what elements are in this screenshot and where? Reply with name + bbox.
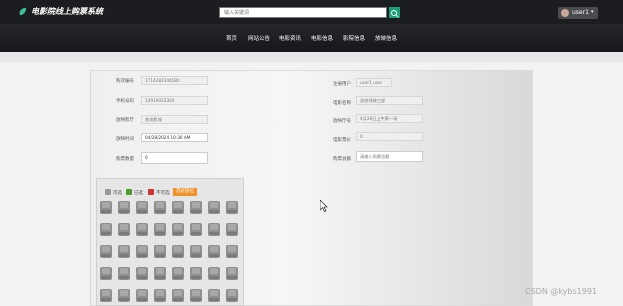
seat[interactable] bbox=[226, 267, 238, 280]
seat[interactable] bbox=[190, 289, 202, 302]
form-label: 电影名称 bbox=[333, 101, 351, 106]
form-label: 放映厅号 bbox=[333, 119, 351, 124]
seat[interactable] bbox=[172, 267, 184, 280]
hall-number-field: 4月28日上午第一场 bbox=[356, 114, 423, 123]
search-icon bbox=[391, 10, 399, 18]
form-label: 电影票价 bbox=[333, 138, 351, 143]
seat[interactable] bbox=[118, 267, 130, 280]
ticket-price-field: 0 bbox=[356, 132, 423, 141]
form-label: 购票总额 bbox=[333, 157, 351, 162]
order-number-field: 1714282346580 bbox=[141, 76, 208, 85]
chevron-down-icon: ▾ bbox=[591, 9, 594, 15]
seat[interactable] bbox=[172, 201, 184, 214]
confirm-seats-button[interactable]: 选好座位 bbox=[173, 188, 197, 196]
show-time-field[interactable]: 04/28/2024 10:30 AM bbox=[141, 133, 208, 142]
seat[interactable] bbox=[226, 201, 238, 214]
seat[interactable] bbox=[208, 201, 220, 214]
seat[interactable] bbox=[118, 245, 130, 258]
seat[interactable] bbox=[208, 245, 220, 258]
form-label: 购票数量 bbox=[116, 157, 134, 162]
seat[interactable] bbox=[100, 201, 112, 214]
seat[interactable] bbox=[154, 201, 166, 214]
form-label: 放映时间 bbox=[116, 137, 134, 142]
legend-label: 不可选 bbox=[156, 191, 170, 196]
seat[interactable] bbox=[172, 245, 184, 258]
seat[interactable] bbox=[208, 223, 220, 236]
seat[interactable] bbox=[208, 267, 220, 280]
form-label: 购次编号 bbox=[116, 79, 134, 84]
seat[interactable] bbox=[190, 245, 202, 258]
seat[interactable] bbox=[190, 201, 202, 214]
form-label: 放映影厅 bbox=[116, 118, 134, 123]
main-nav: 首页 网站公告 电影资讯 电影信息 影院信息 放映信息 bbox=[0, 24, 623, 52]
seat[interactable] bbox=[136, 223, 148, 236]
search-button[interactable] bbox=[389, 7, 400, 18]
seat[interactable] bbox=[172, 223, 184, 236]
legend-label: 可选 bbox=[113, 191, 122, 196]
unavailable-seat-icon bbox=[148, 189, 154, 195]
ticket-quantity-field[interactable]: 0 bbox=[141, 152, 208, 164]
seat[interactable] bbox=[100, 289, 112, 302]
seat[interactable] bbox=[172, 289, 184, 302]
top-bar: 电影院线上购票系统 user1 ▾ bbox=[0, 0, 623, 24]
seat[interactable] bbox=[136, 289, 148, 302]
seat[interactable] bbox=[154, 289, 166, 302]
seat[interactable] bbox=[190, 267, 202, 280]
avatar bbox=[561, 9, 569, 17]
form-label: 注册用户 bbox=[333, 82, 351, 87]
seat[interactable] bbox=[154, 223, 166, 236]
total-amount-input[interactable] bbox=[356, 151, 423, 162]
seat[interactable] bbox=[100, 245, 112, 258]
seat[interactable] bbox=[118, 289, 130, 302]
registered-user-field: user1 user bbox=[356, 78, 392, 87]
user-menu[interactable]: user1 ▾ bbox=[558, 7, 598, 19]
available-seat-icon bbox=[105, 189, 111, 195]
hall-field: 普洛影城 bbox=[141, 115, 208, 124]
seat[interactable] bbox=[136, 245, 148, 258]
movie-name-field: 流浪地球三部 bbox=[356, 96, 423, 105]
nav-item-notices[interactable]: 网站公告 bbox=[248, 34, 270, 42]
nav-item-home[interactable]: 首页 bbox=[226, 34, 237, 42]
banner-strip bbox=[0, 52, 623, 62]
seat-map bbox=[96, 178, 244, 306]
phone-field: 14919053304 bbox=[141, 96, 208, 105]
seat[interactable] bbox=[190, 223, 202, 236]
seat[interactable] bbox=[208, 289, 220, 302]
seat[interactable] bbox=[118, 223, 130, 236]
seat[interactable] bbox=[154, 267, 166, 280]
seat[interactable] bbox=[100, 267, 112, 280]
app-title[interactable]: 电影院线上购票系统 bbox=[31, 6, 103, 17]
legend-label: 已选 bbox=[134, 191, 143, 196]
search-input[interactable] bbox=[219, 7, 387, 18]
seat[interactable] bbox=[136, 201, 148, 214]
seat[interactable] bbox=[118, 201, 130, 214]
seat[interactable] bbox=[154, 245, 166, 258]
mouse-cursor-icon bbox=[320, 200, 328, 212]
watermark: CSDN @kybs1991 bbox=[525, 287, 598, 296]
user-name: user1 bbox=[572, 9, 589, 16]
nav-item-movies[interactable]: 电影信息 bbox=[311, 34, 333, 42]
selected-seat-icon bbox=[126, 189, 132, 195]
nav-item-cinemas[interactable]: 影院信息 bbox=[343, 34, 365, 42]
seat[interactable] bbox=[226, 223, 238, 236]
seat[interactable] bbox=[226, 289, 238, 302]
leaf-icon bbox=[19, 7, 27, 16]
seat[interactable] bbox=[136, 267, 148, 280]
nav-item-news[interactable]: 电影资讯 bbox=[279, 34, 301, 42]
form-label: 手机号码 bbox=[116, 99, 134, 104]
seat[interactable] bbox=[100, 223, 112, 236]
seat[interactable] bbox=[226, 245, 238, 258]
nav-item-screenings[interactable]: 放映信息 bbox=[375, 34, 397, 42]
